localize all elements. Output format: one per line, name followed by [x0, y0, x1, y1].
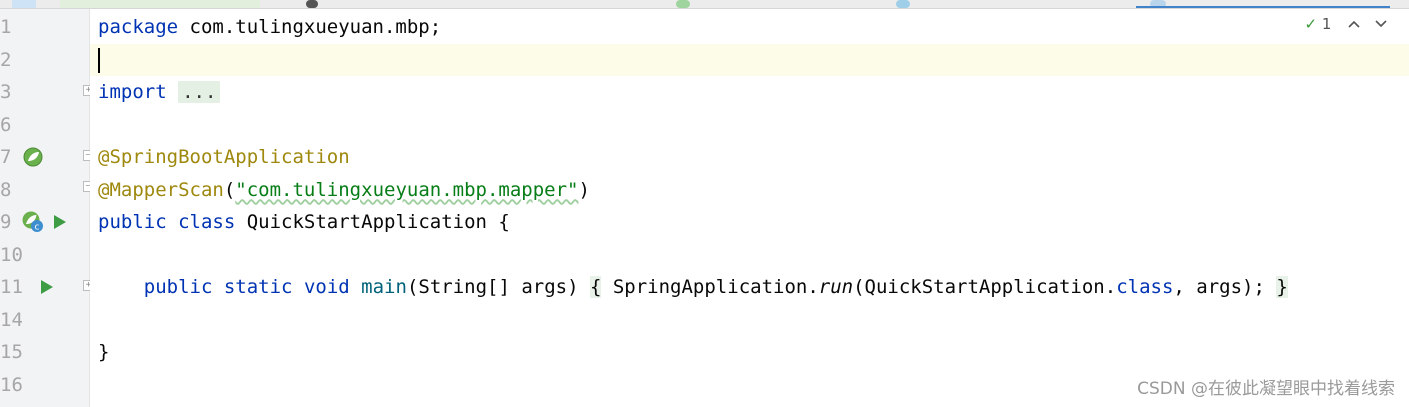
code-token: public	[98, 211, 167, 233]
code-token: }	[98, 341, 110, 363]
tab-fragment[interactable]	[12, 0, 36, 8]
line-number: 2	[0, 48, 12, 71]
code-token: ...	[178, 81, 221, 103]
code-token: , args);	[1173, 276, 1277, 298]
code-line[interactable]: }	[90, 336, 1409, 369]
code-line[interactable]: import ...	[90, 76, 1409, 109]
code-text: public static void main(String[] args) {…	[98, 271, 1288, 303]
code-token: package	[98, 16, 179, 38]
line-number: 14	[0, 308, 23, 331]
code-line[interactable]: @SpringBootApplication	[90, 141, 1409, 174]
line-number: 7	[0, 146, 12, 168]
code-line[interactable]: public class QuickStartApplication {	[90, 206, 1409, 239]
inspection-count: 1	[1321, 15, 1332, 33]
code-token: {	[589, 276, 602, 298]
code-token: public	[143, 276, 213, 298]
code-token: )	[578, 178, 590, 201]
code-token: @SpringBootApplication	[98, 146, 350, 168]
code-token: static	[223, 276, 293, 298]
line-number: 3	[0, 81, 12, 103]
code-token: (String[] args)	[406, 276, 590, 298]
code-editor[interactable]: package com.tulingxueyuan.mbp; import ...…	[90, 9, 1409, 407]
spring-app-icon[interactable]: c	[21, 210, 45, 238]
code-token: }	[1276, 276, 1288, 298]
inspection-widget[interactable]: ✓ 1	[1305, 15, 1387, 33]
code-text: @MapperScan("com.tulingxueyuan.mbp.mappe…	[98, 174, 590, 206]
code-line[interactable]	[90, 239, 1409, 272]
code-text: import ...	[98, 76, 221, 108]
code-token: QuickStartApplication {	[235, 211, 510, 233]
code-text: public class QuickStartApplication {	[98, 206, 510, 238]
code-token: main	[361, 276, 407, 298]
tab-fragment[interactable]	[306, 0, 318, 8]
arrow-up-icon[interactable]	[1348, 15, 1360, 33]
tab-fragment[interactable]	[60, 0, 260, 8]
code-token: "com.tulingxueyuan.mbp.mapper"	[235, 178, 579, 201]
svg-text:c: c	[35, 223, 40, 233]
run-icon[interactable]	[40, 279, 54, 299]
editor-tab-strip[interactable]	[0, 0, 1409, 9]
code-token: (	[223, 178, 236, 201]
inspection-check-icon: ✓	[1304, 15, 1318, 33]
code-text: }	[98, 336, 109, 368]
code-line[interactable]: public static void main(String[] args) {…	[90, 271, 1409, 304]
line-number: 9	[0, 211, 12, 233]
line-number: 1	[0, 16, 12, 38]
code-text: package com.tulingxueyuan.mbp;	[98, 11, 441, 43]
line-number: 16	[0, 373, 23, 396]
code-token: com.tulingxueyuan.mbp;	[178, 16, 442, 38]
spring-bean-icon[interactable]	[22, 146, 44, 172]
text-caret	[98, 47, 100, 73]
code-token: @MapperScan	[98, 178, 224, 201]
code-line[interactable]: package com.tulingxueyuan.mbp;	[90, 11, 1409, 44]
line-number: 11	[0, 276, 23, 298]
code-token: (QuickStartApplication.	[853, 276, 1117, 298]
code-token: SpringApplication.	[601, 276, 819, 298]
watermark: CSDN @在彼此凝望眼中找着线索	[1137, 379, 1395, 399]
code-line[interactable]	[90, 304, 1409, 337]
line-number: 6	[0, 113, 12, 136]
run-icon[interactable]	[53, 214, 67, 234]
editor-gutter[interactable]: 1 2 3 6 7 8 9 10 11 14 15 16 c + – – +	[0, 9, 94, 407]
code-token: import	[98, 81, 167, 103]
line-number: 10	[0, 243, 23, 266]
arrow-down-icon[interactable]	[1375, 15, 1387, 33]
code-token: class	[178, 211, 236, 233]
tab-fragment[interactable]	[676, 0, 690, 8]
code-line[interactable]: @MapperScan("com.tulingxueyuan.mbp.mappe…	[90, 174, 1409, 207]
code-token: run	[818, 276, 854, 298]
code-text: @SpringBootApplication	[98, 141, 350, 173]
line-number: 8	[0, 178, 12, 201]
code-line[interactable]	[90, 109, 1409, 142]
code-token: void	[303, 276, 350, 298]
line-number: 15	[0, 341, 23, 363]
tab-fragment[interactable]	[896, 0, 910, 8]
code-token: class	[1116, 276, 1174, 298]
code-line[interactable]	[90, 43, 1409, 76]
